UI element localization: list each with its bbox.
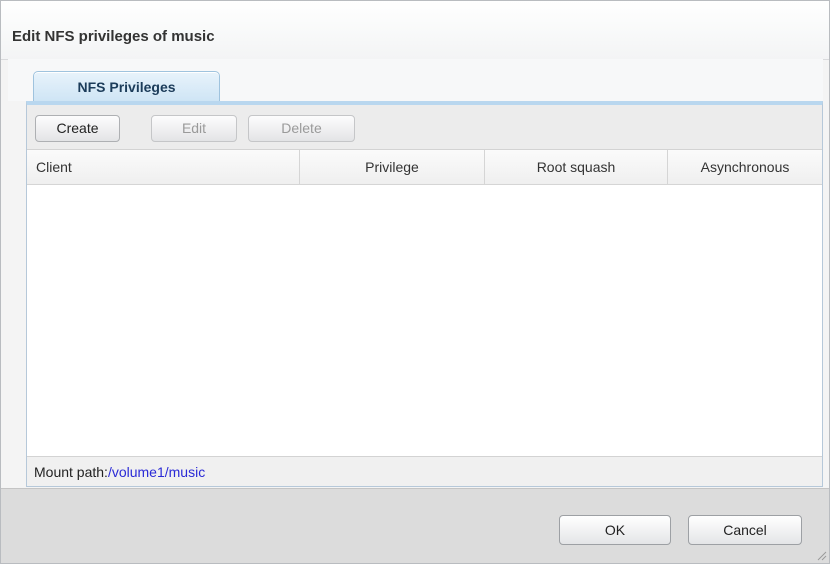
mount-path-label: Mount path: [34, 464, 108, 480]
dialog-button-bar: OK Cancel [1, 488, 829, 563]
resize-grip-icon[interactable] [815, 549, 827, 561]
toolbar: Create Edit Delete [27, 105, 822, 150]
column-header-root-squash[interactable]: Root squash [485, 150, 668, 184]
privileges-panel: Create Edit Delete Client Privilege Root… [26, 101, 823, 487]
dialog-titlebar[interactable]: Edit NFS privileges of music [1, 1, 829, 60]
ok-button[interactable]: OK [559, 515, 671, 545]
nfs-privileges-dialog: Edit NFS privileges of music NFS Privile… [0, 0, 830, 564]
mount-path-footer: Mount path:/volume1/music [27, 456, 822, 486]
grid-body[interactable] [27, 185, 822, 458]
tab-bar: NFS Privileges [8, 59, 823, 101]
column-header-asynchronous[interactable]: Asynchronous [668, 150, 822, 184]
grid-header: Client Privilege Root squash Asynchronou… [27, 150, 822, 185]
column-header-privilege[interactable]: Privilege [300, 150, 485, 184]
edit-button[interactable]: Edit [151, 115, 237, 142]
delete-button[interactable]: Delete [248, 115, 355, 142]
cancel-button[interactable]: Cancel [688, 515, 802, 545]
create-button[interactable]: Create [35, 115, 120, 142]
column-header-client[interactable]: Client [27, 150, 300, 184]
dialog-title: Edit NFS privileges of music [12, 28, 215, 45]
mount-path-value: /volume1/music [107, 464, 206, 480]
tab-nfs-privileges[interactable]: NFS Privileges [33, 71, 220, 101]
